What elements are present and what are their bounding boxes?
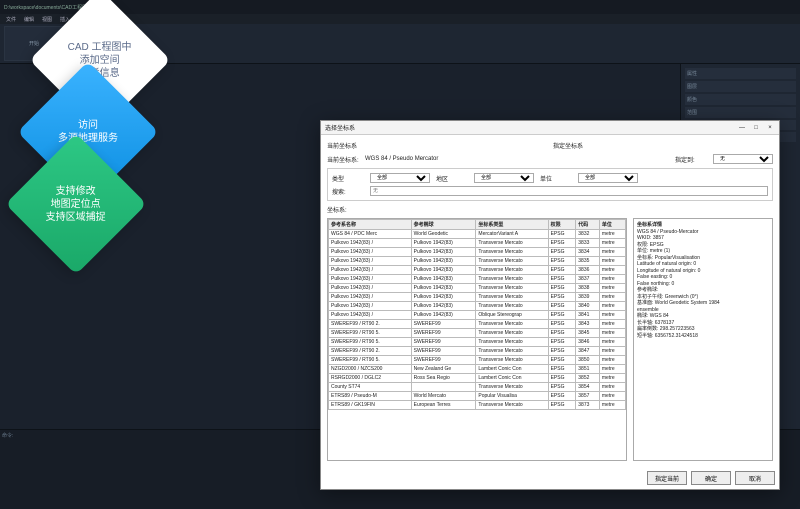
table-header[interactable]: 权限 [548,220,576,230]
filter-unit-label: 单位 [540,174,572,183]
current-crs-label: 当前坐标系: [327,155,359,164]
table-header[interactable]: 参考系名称 [329,220,412,230]
filter-type-select[interactable]: 全部 [370,173,430,183]
table-row[interactable]: Pulkovo 1942(83) /Pulkovo 1942(83)Transv… [329,293,626,302]
search-input[interactable] [370,186,768,196]
panel-item[interactable]: 图层 [685,81,796,92]
table-header[interactable]: 参考椭球 [411,220,476,230]
table-row[interactable]: Pulkovo 1942(83) /Pulkovo 1942(83)Obliqu… [329,311,626,320]
crs-details-panel: 坐标系详情 WGS 84 / Pseudo-MercatorWKID: 3857… [633,218,773,461]
assign-crs-select[interactable]: 无 [713,154,773,164]
table-row[interactable]: SWEREF99 / RT90 2.SWEREF99Transverse Mer… [329,347,626,356]
table-row[interactable]: Pulkovo 1942(83) /Pulkovo 1942(83)Transv… [329,266,626,275]
table-row[interactable]: Pulkovo 1942(83) /Pulkovo 1942(83)Transv… [329,302,626,311]
table-row[interactable]: Pulkovo 1942(83) /Pulkovo 1942(83)Transv… [329,239,626,248]
crs-table: 参考系名称参考椭球坐标系类型权限代码单位 WGS 84 / PDC MercWo… [328,219,626,410]
menu-item[interactable]: 文件 [6,16,16,23]
panel-header: 属性 [685,68,796,79]
table-header[interactable]: 坐标系类型 [476,220,548,230]
table-row[interactable]: ETRS89 / GK19FINEuropean TerresTransvers… [329,401,626,410]
table-row[interactable]: Pulkovo 1942(83) /Pulkovo 1942(83)Transv… [329,257,626,266]
cmd-prompt: 命令: [2,433,13,439]
table-header[interactable]: 单位 [599,220,625,230]
table-row[interactable]: Pulkovo 1942(83) /Pulkovo 1942(83)Transv… [329,275,626,284]
table-row[interactable]: Pulkovo 1942(83) /Pulkovo 1942(83)Transv… [329,284,626,293]
crs-dialog: 选择坐标系 — □ × 当前坐标系 指定坐标系 当前坐标系: WGS 84 / … [320,120,780,490]
filter-region-label: 地区 [436,174,468,183]
cancel-button[interactable]: 取消 [735,471,775,485]
panel-item[interactable]: 范围 [685,107,796,118]
detail-line: 短半轴: 6356752.31424518 [637,333,769,340]
close-icon[interactable]: × [765,125,775,131]
maximize-icon[interactable]: □ [751,125,761,131]
filter-unit-select[interactable]: 全部 [578,173,638,183]
minimize-icon[interactable]: — [737,125,747,131]
table-row[interactable]: Pulkovo 1942(83) /Pulkovo 1942(83)Transv… [329,248,626,257]
current-crs-value: WGS 84 / Pseudo Mercator [365,156,669,162]
list-label: 坐标系: [327,205,773,214]
filter-region-select[interactable]: 全部 [474,173,534,183]
panel-item[interactable]: 颜色 [685,94,796,105]
table-row[interactable]: WGS 84 / PDC MercWorld GeodeticMercatorV… [329,230,626,239]
table-row[interactable]: SWEREF99 / RT90 5.SWEREF99Transverse Mer… [329,338,626,347]
table-row[interactable]: County ST74Transverse MercatoEPSG3854met… [329,383,626,392]
assign-current-button[interactable]: 指定当前 [647,471,687,485]
crs-table-wrap[interactable]: 参考系名称参考椭球坐标系类型权限代码单位 WGS 84 / PDC MercWo… [327,218,627,461]
table-header[interactable]: 代码 [576,220,600,230]
table-row[interactable]: ETRS89 / Pseudo-MWorld MercatoPopular Vi… [329,392,626,401]
table-row[interactable]: NZGD2000 / NZCS200New Zealand GeLambert … [329,365,626,374]
ok-button[interactable]: 确定 [691,471,731,485]
table-row[interactable]: RSRGD2000 / DGLC2Ross Sea RegioLambert C… [329,374,626,383]
menu-item[interactable]: 编辑 [24,16,34,23]
table-row[interactable]: SWEREF99 / RT90 5.SWEREF99Transverse Mer… [329,329,626,338]
filter-type-label: 类型 [332,174,364,183]
section-label: 指定坐标系 [553,141,773,150]
dialog-titlebar[interactable]: 选择坐标系 — □ × [321,121,779,135]
section-label: 当前坐标系 [327,141,547,150]
dialog-title: 选择坐标系 [325,123,355,132]
search-label: 搜索: [332,187,364,196]
assign-crs-label: 指定到: [675,155,707,164]
table-row[interactable]: SWEREF99 / RT90 5.SWEREF99Transverse Mer… [329,356,626,365]
table-row[interactable]: SWEREF99 / RT90 2.SWEREF99Transverse Mer… [329,320,626,329]
menu-item[interactable]: 视图 [42,16,52,23]
